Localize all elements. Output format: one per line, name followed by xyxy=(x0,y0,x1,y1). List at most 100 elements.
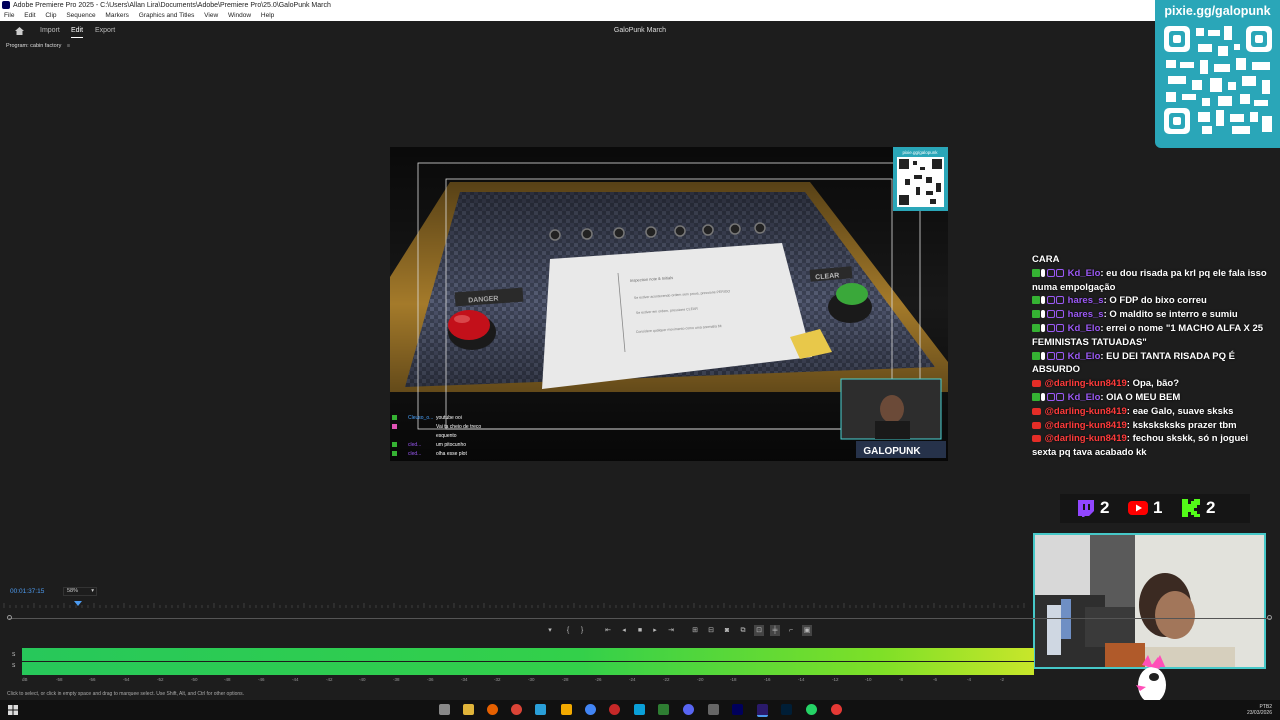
mark-in-icon[interactable]: { xyxy=(563,625,573,636)
obs-icon[interactable] xyxy=(609,704,620,715)
settings-icon[interactable]: ▣ xyxy=(802,625,812,636)
safe-margins-icon[interactable]: ⊡ xyxy=(754,625,764,636)
system-tray[interactable]: PTB2 23/03/2026 xyxy=(1247,704,1272,716)
chat-message: @darling-kun8419: eae Galo, suave sksks xyxy=(1032,405,1268,419)
menu-sequence[interactable]: Sequence xyxy=(66,12,95,19)
menu-bar: File Edit Clip Sequence Markers Graphics… xyxy=(0,11,1280,21)
meter-scale-label: -24 xyxy=(629,677,636,682)
chat-message: CARA xyxy=(1032,253,1268,267)
qr-url-small: pixie.gg/galopunk xyxy=(902,150,938,155)
compare-icon[interactable]: ⧉ xyxy=(738,625,748,636)
chat-message: Kd_Elo: errei o nome "1 MACHO ALFA X 25 … xyxy=(1032,322,1268,350)
kick-count: 2 xyxy=(1206,498,1216,517)
chat-overlay: CARA Kd_Elo: eu dou risada pa krl pq ele… xyxy=(1032,253,1268,460)
capcut-icon[interactable] xyxy=(708,704,719,715)
whatsapp-icon[interactable] xyxy=(806,704,817,715)
mini-chat-text-4: olha esse plot xyxy=(436,451,467,457)
timecode[interactable]: 00:01:37:15 xyxy=(10,588,44,595)
home-icon[interactable] xyxy=(15,27,24,35)
menu-markers[interactable]: Markers xyxy=(105,12,128,19)
chat-user: @darling-kun8419 xyxy=(1044,405,1127,417)
window-title: Adobe Premiere Pro 2025 - C:\Users\Allan… xyxy=(13,2,331,9)
chat-text: : O maldito se interro e sumiu xyxy=(1103,309,1238,321)
meter-scale-label: -2 xyxy=(1000,677,1005,682)
tab-edit[interactable]: Edit xyxy=(71,21,84,41)
verified-icon xyxy=(1032,268,1040,277)
zoom-select[interactable]: 58% ▾ xyxy=(63,587,97,596)
program-monitor-label[interactable]: Program: cabin factory ≡ xyxy=(6,43,70,49)
menu-help[interactable]: Help xyxy=(261,12,274,19)
chat-user: @darling-kun8419 xyxy=(1044,378,1127,390)
spreadsheet-icon[interactable] xyxy=(658,704,669,715)
twitch-icon xyxy=(1078,500,1094,517)
step-forward-icon[interactable]: ▸ xyxy=(650,625,660,636)
chat-user: Kd_Elo xyxy=(1067,391,1101,403)
chevron-down-icon: ▾ xyxy=(91,588,94,594)
scrub-end-handle[interactable] xyxy=(1267,615,1272,620)
go-to-in-icon[interactable]: ⇤ xyxy=(603,625,613,636)
meter-side-label: S xyxy=(12,652,16,658)
marker-icon[interactable]: ▾ xyxy=(545,625,555,636)
twitch-icon xyxy=(1056,296,1064,305)
menu-edit[interactable]: Edit xyxy=(24,12,35,19)
verified-icon xyxy=(1032,296,1040,305)
chat-message: @darling-kun8419: Opa, bão? xyxy=(1032,377,1268,391)
task-view-icon[interactable] xyxy=(439,704,450,715)
date: 23/03/2026 xyxy=(1246,710,1272,716)
premiere-icon[interactable] xyxy=(757,704,768,717)
menu-clip[interactable]: Clip xyxy=(45,12,56,19)
chrome-icon[interactable] xyxy=(511,704,522,715)
record-icon[interactable] xyxy=(831,704,842,715)
menu-window[interactable]: Window xyxy=(228,12,251,19)
tab-export[interactable]: Export xyxy=(95,21,115,41)
stop-icon[interactable]: ■ xyxy=(635,625,645,636)
discord-icon[interactable] xyxy=(683,704,694,715)
meter-scale-label: -22 xyxy=(663,677,670,682)
insert-icon[interactable]: ⊞ xyxy=(690,625,700,636)
cam-name: GALOPUNK xyxy=(863,446,921,457)
youtube-icon xyxy=(1032,380,1041,388)
tab-import[interactable]: Import xyxy=(40,21,60,41)
meter-scale-label: dB xyxy=(22,677,28,682)
program-monitor-frame[interactable]: Inspection note & Initials Se estiver ac… xyxy=(390,147,948,461)
photoshop-icon[interactable] xyxy=(781,704,792,715)
file-explorer-icon[interactable] xyxy=(463,704,474,715)
meter-scale-label: -58 xyxy=(56,677,63,682)
twitch-icon xyxy=(1056,351,1064,360)
crop-icon[interactable]: ⌐ xyxy=(786,625,796,636)
chat-user: Kd_Elo xyxy=(1067,267,1101,279)
menu-view[interactable]: View xyxy=(204,12,218,19)
mark-out-icon[interactable]: } xyxy=(577,625,587,636)
scrub-bar[interactable] xyxy=(9,618,1271,619)
youtube-icon xyxy=(1032,407,1041,415)
step-back-icon[interactable]: ◂ xyxy=(619,625,629,636)
meter-scale-label: -18 xyxy=(730,677,737,682)
telegram-icon[interactable] xyxy=(535,704,546,715)
meter-side-label: S xyxy=(12,663,16,669)
audio-meter xyxy=(22,648,1034,675)
meter-scale-label: -20 xyxy=(697,677,704,682)
playhead-icon[interactable] xyxy=(74,601,82,606)
qr-url: pixie.gg/galopunk xyxy=(1164,4,1271,18)
menu-file[interactable]: File xyxy=(4,12,14,19)
windows-start-icon[interactable] xyxy=(8,705,18,715)
chat-text: : Opa, bão? xyxy=(1126,378,1180,390)
hamburger-icon[interactable]: ≡ xyxy=(67,43,70,49)
meter-scale-label: -48 xyxy=(224,677,231,682)
meter-scale-label: -8 xyxy=(899,677,904,682)
edge-icon[interactable] xyxy=(634,704,645,715)
firefox-icon[interactable] xyxy=(487,704,498,715)
time-ruler[interactable] xyxy=(0,599,1030,609)
camera-icon[interactable]: ◙ xyxy=(722,625,732,636)
drop-icon xyxy=(1041,351,1045,360)
overwrite-icon[interactable]: ⊟ xyxy=(706,625,716,636)
menu-graphics[interactable]: Graphics and Titles xyxy=(139,12,195,19)
go-to-out-icon[interactable]: ⇥ xyxy=(666,625,676,636)
guides-icon[interactable]: ╪ xyxy=(770,625,780,636)
app-icon[interactable] xyxy=(561,704,572,715)
meter-scale-label: -46 xyxy=(258,677,265,682)
sub-badge-icon xyxy=(1047,296,1055,305)
scrub-start-handle[interactable] xyxy=(7,615,12,620)
chrome-alt-icon[interactable] xyxy=(585,704,596,715)
after-effects-icon[interactable] xyxy=(732,704,743,715)
